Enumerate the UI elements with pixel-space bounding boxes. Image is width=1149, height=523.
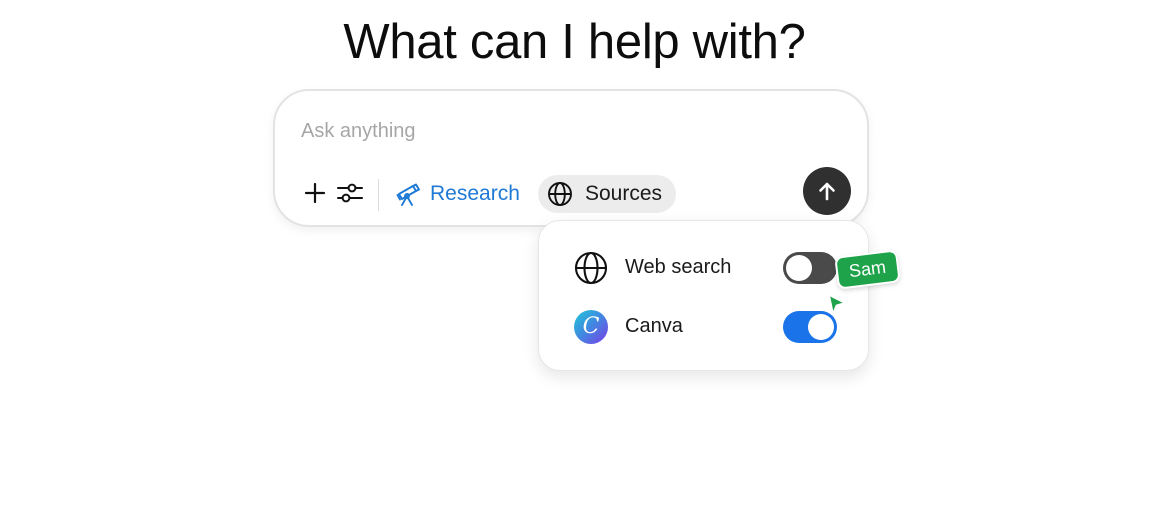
canva-logo-icon: C xyxy=(573,309,609,345)
toolbar-divider xyxy=(378,179,379,211)
prompt-input[interactable] xyxy=(301,117,741,145)
globe-icon xyxy=(548,182,572,206)
toggle-knob xyxy=(786,255,812,281)
sources-menu: Web search C Canva xyxy=(538,220,869,371)
add-button[interactable] xyxy=(302,180,328,206)
plus-icon xyxy=(304,182,326,204)
canva-logo: C xyxy=(574,310,608,344)
tools-button[interactable] xyxy=(335,180,365,206)
sources-button[interactable]: Sources xyxy=(538,175,677,213)
sources-label: Sources xyxy=(585,182,663,205)
telescope-icon xyxy=(396,183,420,206)
collaborator-cursor-icon xyxy=(828,294,846,315)
menu-item-canva[interactable]: C Canva xyxy=(539,305,870,349)
web-search-label: Web search xyxy=(625,256,732,278)
research-label: Research xyxy=(430,182,520,205)
composer: Research Sources xyxy=(273,89,869,227)
menu-item-web-search[interactable]: Web search xyxy=(539,246,870,290)
canva-label: Canva xyxy=(625,315,683,337)
page-title: What can I help with? xyxy=(343,15,806,69)
collaborator-name-tag: Sam xyxy=(834,249,901,290)
globe-icon xyxy=(573,250,609,286)
arrow-up-icon xyxy=(819,182,835,201)
sliders-icon xyxy=(337,183,363,203)
web-search-toggle[interactable] xyxy=(783,252,837,284)
send-button[interactable] xyxy=(803,167,851,215)
research-button[interactable]: Research xyxy=(395,177,520,211)
